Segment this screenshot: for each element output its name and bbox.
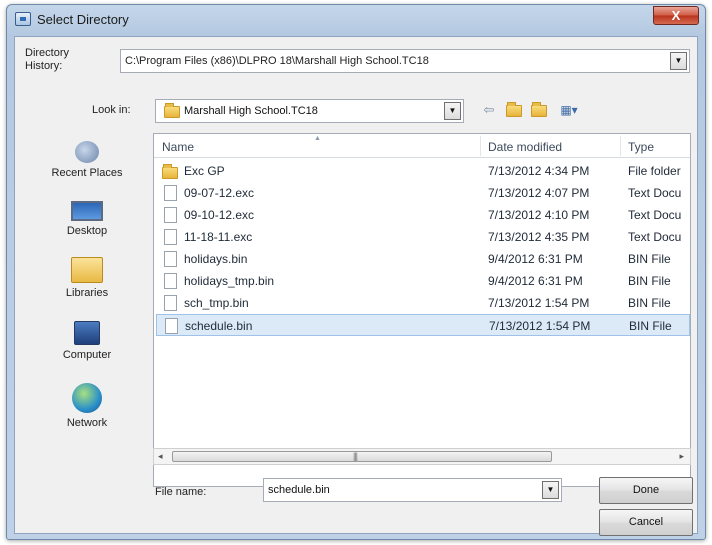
file-name: 09-07-12.exc <box>184 186 255 200</box>
document-icon <box>164 295 177 311</box>
file-name: schedule.bin <box>185 319 253 333</box>
dialog-title: Select Directory <box>37 12 129 27</box>
file-row-selected[interactable]: schedule.bin 7/13/2012 1:54 PM BIN File <box>156 314 690 336</box>
place-label: Recent Places <box>51 167 123 179</box>
folder-icon <box>162 164 178 179</box>
scrollbar-thumb[interactable]: ||| <box>172 451 552 462</box>
file-name: 09-10-12.exc <box>184 208 255 222</box>
horizontal-scrollbar[interactable]: ◂ ||| ▸ <box>153 448 691 465</box>
directory-history-value: C:\Program Files (x86)\DLPRO 18\Marshall… <box>125 55 429 67</box>
file-row[interactable]: holidays.bin 9/4/2012 6:31 PM BIN File <box>156 248 690 270</box>
column-divider[interactable] <box>480 136 481 156</box>
column-header-date[interactable]: Date modified <box>488 140 562 154</box>
file-name-label: File name: <box>155 486 207 498</box>
sort-ascending-icon: ▲ <box>314 135 321 142</box>
file-type: Text Docu <box>628 186 682 200</box>
document-icon <box>164 185 177 201</box>
file-name: holidays.bin <box>184 252 248 266</box>
libraries-icon <box>71 257 103 283</box>
file-date: 9/4/2012 6:31 PM <box>488 252 583 266</box>
place-desktop[interactable]: Desktop <box>27 201 147 237</box>
close-button[interactable]: X <box>653 6 699 25</box>
file-type: BIN File <box>628 296 671 310</box>
file-date: 7/13/2012 4:07 PM <box>488 186 590 200</box>
file-date: 7/13/2012 1:54 PM <box>488 296 590 310</box>
column-divider[interactable] <box>620 136 621 156</box>
file-date: 7/13/2012 1:54 PM <box>489 319 591 333</box>
place-label: Desktop <box>66 225 108 237</box>
chevron-down-icon[interactable]: ▼ <box>542 481 559 499</box>
file-row[interactable]: Exc GP 7/13/2012 4:34 PM File folder <box>156 160 690 182</box>
look-in-combo[interactable]: Marshall High School.TC18 ▼ <box>155 99 464 123</box>
scroll-right-icon[interactable]: ▸ <box>679 451 684 462</box>
file-name: 11-18-11.exc <box>184 230 253 244</box>
file-type: BIN File <box>628 274 671 288</box>
file-type: Text Docu <box>628 230 682 244</box>
directory-history-combo[interactable]: C:\Program Files (x86)\DLPRO 18\Marshall… <box>120 49 690 73</box>
file-name-value: schedule.bin <box>268 484 330 496</box>
file-row[interactable]: sch_tmp.bin 7/13/2012 1:54 PM BIN File <box>156 292 690 314</box>
place-label: Computer <box>62 349 112 361</box>
document-icon <box>164 251 177 267</box>
folder-icon <box>164 103 180 118</box>
dialog-body: Directory History: C:\Program Files (x86… <box>14 36 698 536</box>
desktop-icon <box>71 201 103 221</box>
place-recent-places[interactable]: Recent Places <box>27 141 147 179</box>
file-name: sch_tmp.bin <box>184 296 249 310</box>
directory-history-label: Directory History: <box>25 47 70 72</box>
places-bar: Recent Places Desktop Libraries Computer… <box>27 133 147 493</box>
back-arrow-icon[interactable]: ⇦ <box>481 101 497 119</box>
views-menu-icon[interactable]: ▦▾ <box>556 101 582 119</box>
file-type: File folder <box>628 164 681 178</box>
file-type: Text Docu <box>628 208 682 222</box>
file-row[interactable]: holidays_tmp.bin 9/4/2012 6:31 PM BIN Fi… <box>156 270 690 292</box>
document-icon <box>165 318 178 334</box>
document-icon <box>164 207 177 223</box>
computer-icon <box>74 321 100 345</box>
scroll-left-icon[interactable]: ◂ <box>158 451 163 462</box>
new-folder-icon[interactable] <box>530 101 548 119</box>
file-date: 9/4/2012 6:31 PM <box>488 274 583 288</box>
place-computer[interactable]: Computer <box>27 321 147 361</box>
grip-icon: ||| <box>353 451 358 461</box>
file-date: 7/13/2012 4:10 PM <box>488 208 590 222</box>
cancel-button[interactable]: Cancel <box>599 509 693 536</box>
place-label: Libraries <box>65 287 109 299</box>
place-network[interactable]: Network <box>27 383 147 429</box>
document-icon <box>164 273 177 289</box>
recent-places-icon <box>75 141 99 163</box>
chevron-down-icon[interactable]: ▼ <box>670 52 687 70</box>
chevron-down-icon[interactable]: ▼ <box>444 102 461 120</box>
look-in-label: Look in: <box>92 104 131 116</box>
file-row[interactable]: 09-10-12.exc 7/13/2012 4:10 PM Text Docu <box>156 204 690 226</box>
file-row[interactable]: 11-18-11.exc 7/13/2012 4:35 PM Text Docu <box>156 226 690 248</box>
file-name: Exc GP <box>184 164 225 178</box>
file-date: 7/13/2012 4:34 PM <box>488 164 590 178</box>
done-button[interactable]: Done <box>599 477 693 504</box>
file-list-header: Name ▲ Date modified Type <box>154 134 690 158</box>
title-bar: Select Directory X <box>7 5 705 35</box>
file-type: BIN File <box>629 319 672 333</box>
look-in-value: Marshall High School.TC18 <box>184 105 318 117</box>
file-type: BIN File <box>628 252 671 266</box>
file-list: Name ▲ Date modified Type Exc GP 7/13/20… <box>153 133 691 487</box>
document-icon <box>164 229 177 245</box>
place-libraries[interactable]: Libraries <box>27 257 147 299</box>
column-header-name[interactable]: Name <box>162 140 194 154</box>
select-directory-dialog: Select Directory X Directory History: C:… <box>6 4 706 540</box>
up-folder-icon[interactable] <box>505 101 523 119</box>
column-header-type[interactable]: Type <box>628 140 654 154</box>
file-name-combo[interactable]: schedule.bin ▼ <box>263 478 562 502</box>
file-name: holidays_tmp.bin <box>184 274 275 288</box>
network-icon <box>72 383 102 413</box>
file-row[interactable]: 09-07-12.exc 7/13/2012 4:07 PM Text Docu <box>156 182 690 204</box>
dialog-app-icon <box>15 12 31 26</box>
place-label: Network <box>66 417 108 429</box>
file-date: 7/13/2012 4:35 PM <box>488 230 590 244</box>
